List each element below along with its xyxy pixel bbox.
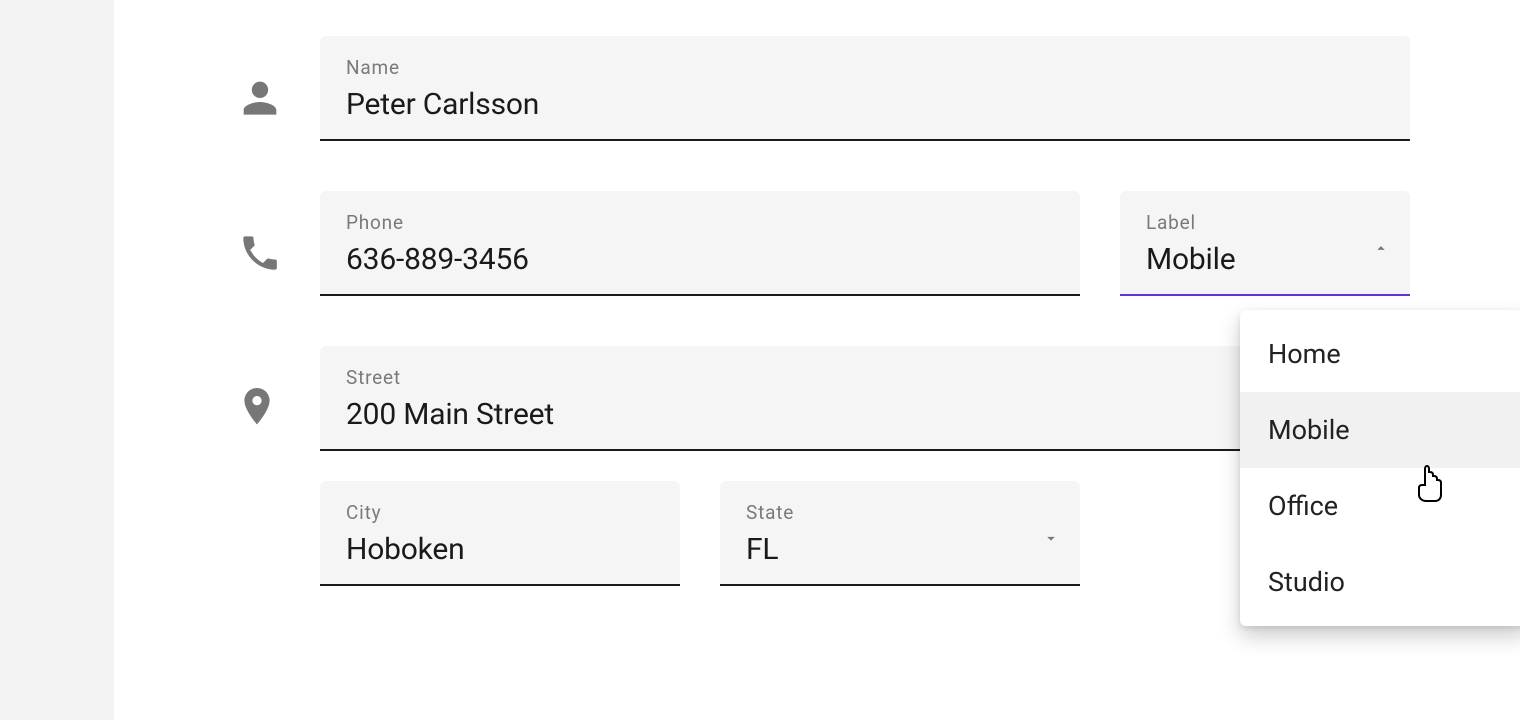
phone-field[interactable]: Phone 636-889-3456	[320, 191, 1080, 296]
person-icon	[240, 36, 320, 118]
name-value: Peter Carlsson	[346, 87, 1384, 123]
phone-label-dropdown: Home Mobile Office Studio	[1240, 310, 1520, 626]
chevron-down-icon	[1042, 529, 1060, 547]
pointer-cursor-icon	[1415, 465, 1445, 503]
phone-row: Phone 636-889-3456 Label Mobile	[240, 191, 1410, 296]
contact-edit-form: Name Peter Carlsson Phone 636-889-3456 L…	[0, 0, 1520, 720]
name-field[interactable]: Name Peter Carlsson	[320, 36, 1410, 141]
phone-icon	[240, 191, 320, 273]
dropdown-option-studio[interactable]: Studio	[1240, 544, 1520, 620]
city-value: Hoboken	[346, 532, 654, 568]
city-state-row: City Hoboken State FL	[240, 481, 1410, 586]
name-row: Name Peter Carlsson	[240, 36, 1410, 141]
phone-type-label: Label	[1146, 211, 1384, 234]
chevron-up-icon	[1372, 239, 1390, 257]
name-label: Name	[346, 56, 1384, 79]
blank-icon-col	[240, 481, 320, 523]
phone-label: Phone	[346, 211, 1054, 234]
state-label: State	[746, 501, 1054, 524]
form-content: Name Peter Carlsson Phone 636-889-3456 L…	[120, 0, 1520, 720]
location-icon	[240, 346, 320, 430]
left-rail	[0, 0, 120, 720]
street-label: Street	[346, 366, 1384, 389]
city-field[interactable]: City Hoboken	[320, 481, 680, 586]
street-value: 200 Main Street	[346, 397, 1384, 433]
dropdown-option-office[interactable]: Office	[1240, 468, 1520, 544]
dropdown-option-mobile[interactable]: Mobile	[1240, 392, 1520, 468]
state-select[interactable]: State FL	[720, 481, 1080, 586]
dropdown-option-home[interactable]: Home	[1240, 316, 1520, 392]
city-label: City	[346, 501, 654, 524]
phone-value: 636-889-3456	[346, 242, 1054, 278]
phone-label-select[interactable]: Label Mobile	[1120, 191, 1410, 296]
state-value: FL	[746, 532, 1054, 568]
phone-type-value: Mobile	[1146, 242, 1384, 278]
street-row: Street 200 Main Street	[240, 346, 1410, 451]
